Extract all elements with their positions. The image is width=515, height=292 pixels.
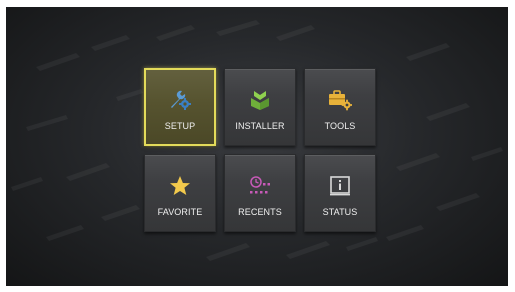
- tools-tile[interactable]: TOOLS: [304, 68, 376, 146]
- toolbox-gear-icon: [329, 90, 352, 111]
- menu-screen: SETUP INSTALLER TOOLS FAVORITE RECENTS S…: [6, 7, 508, 286]
- wrench-gear-icon: [171, 90, 191, 110]
- recents-label: RECENTS: [238, 207, 282, 217]
- favorite-tile[interactable]: FAVORITE: [144, 154, 216, 232]
- tools-label: TOOLS: [324, 121, 356, 131]
- main-menu-grid: SETUP INSTALLER TOOLS FAVORITE RECENTS S…: [144, 68, 380, 238]
- installer-icon: [251, 91, 269, 110]
- info-box-icon: [330, 176, 350, 196]
- recents-tile[interactable]: RECENTS: [224, 154, 296, 232]
- setup-tile[interactable]: SETUP: [144, 68, 216, 146]
- status-tile[interactable]: STATUS: [304, 154, 376, 232]
- status-label: STATUS: [322, 207, 358, 217]
- clock-dots-icon: [250, 176, 270, 194]
- star-icon: [170, 176, 190, 195]
- installer-label: INSTALLER: [235, 121, 285, 131]
- installer-tile[interactable]: INSTALLER: [224, 68, 296, 146]
- favorite-label: FAVORITE: [157, 207, 203, 217]
- setup-label: SETUP: [164, 121, 196, 131]
